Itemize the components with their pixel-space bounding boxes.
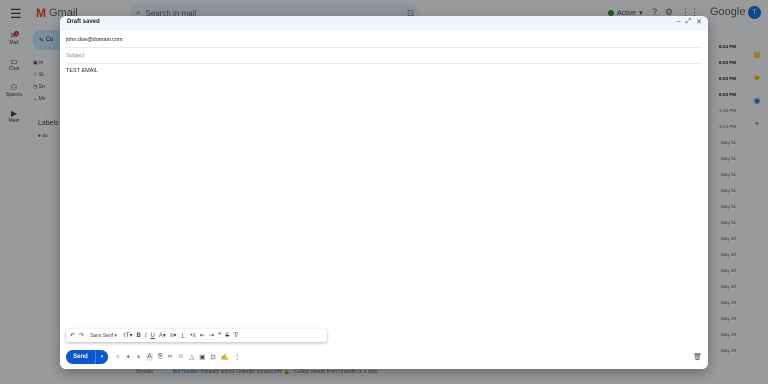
more-options-icon[interactable]: ⋮ <box>234 353 241 361</box>
photo-icon[interactable]: ▣ <box>199 353 205 361</box>
indent-more-icon[interactable]: ⇥ <box>209 332 214 339</box>
ai-compose-icon[interactable]: ✧ <box>115 353 120 361</box>
formatting-toolbar: ↶ ↷ Sans Serif ▾ тT▾ B I U A▾ ≡▾ ⒈ •≡ ⇤ … <box>66 329 327 342</box>
strikethrough-icon[interactable]: S <box>225 333 229 339</box>
bulleted-list-icon[interactable]: •≡ <box>190 333 196 339</box>
ai-sparkle-icon[interactable]: ✦ <box>125 353 130 361</box>
redo-icon[interactable]: ↷ <box>79 332 84 339</box>
text-color-icon[interactable]: A▾ <box>159 332 166 339</box>
font-label: Sans Serif <box>90 332 114 339</box>
compose-dialog: Draft saved – ⤢ ✕ john.doe@domain.com Su… <box>60 16 708 369</box>
send-button-group: Send ▾ <box>66 350 108 364</box>
link-icon[interactable]: ∞ <box>168 353 173 361</box>
align-icon[interactable]: ≡▾ <box>170 332 177 339</box>
bold-icon[interactable]: B <box>136 333 140 339</box>
send-button[interactable]: Send <box>66 350 95 364</box>
confidential-lock-icon[interactable]: ⊡ <box>210 353 215 361</box>
indent-less-icon[interactable]: ⇤ <box>200 332 205 339</box>
close-icon[interactable]: ✕ <box>696 18 702 26</box>
message-body[interactable]: TEST EMAIL <box>66 68 98 74</box>
send-label: Send <box>73 354 88 360</box>
expand-icon[interactable]: ⤢ <box>686 18 692 26</box>
signature-icon[interactable]: ✍ <box>221 353 229 361</box>
emoji-icon[interactable]: ☺ <box>178 353 185 361</box>
body-text: TEST EMAIL <box>66 68 98 74</box>
formatting-toggle-icon[interactable]: A <box>146 353 153 361</box>
minimize-icon[interactable]: – <box>677 18 681 26</box>
send-options-button[interactable]: ▾ <box>95 350 108 364</box>
chevron-down-icon: ▾ <box>100 354 104 360</box>
to-field[interactable]: john.doe@domain.com <box>66 33 702 48</box>
compose-actions: Send ▾ ✧ ✦ ✶ A ⎘ ∞ ☺ △ ▣ ⊡ ✍ ⋮ 🗑 <box>66 349 702 365</box>
compose-header[interactable]: Draft saved – ⤢ ✕ <box>60 16 708 31</box>
font-select[interactable]: Sans Serif ▾ <box>90 333 117 339</box>
italic-icon[interactable]: I <box>145 333 147 339</box>
recipient-chip[interactable]: john.doe@domain.com <box>66 37 123 43</box>
quote-icon[interactable]: ❞ <box>218 332 221 339</box>
subject-placeholder: Subject <box>66 53 85 59</box>
subject-field[interactable]: Subject <box>66 49 702 64</box>
undo-icon[interactable]: ↶ <box>70 332 75 339</box>
underline-icon[interactable]: U <box>151 333 155 339</box>
ai-magic-icon[interactable]: ✶ <box>136 353 141 361</box>
drive-icon[interactable]: △ <box>189 353 194 361</box>
compose-title: Draft saved <box>67 19 100 25</box>
numbered-list-icon[interactable]: ⒈ <box>180 331 186 340</box>
trash-icon[interactable]: 🗑 <box>693 353 702 361</box>
text-size-icon[interactable]: тT▾ <box>123 332 132 339</box>
attach-icon[interactable]: ⎘ <box>158 353 163 361</box>
clear-formatting-icon[interactable]: T̸ <box>233 333 237 339</box>
